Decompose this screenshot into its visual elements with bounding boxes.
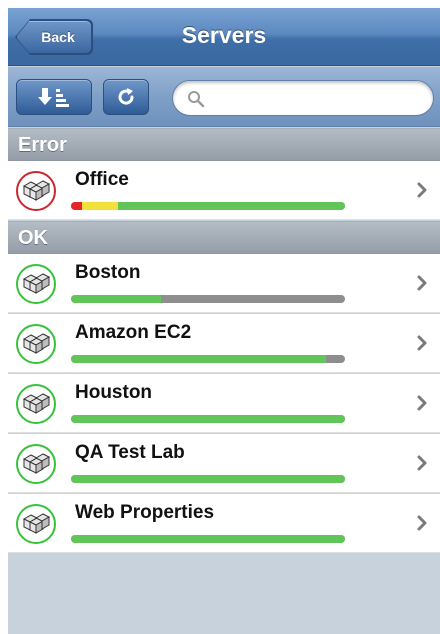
server-row-qa-test-lab[interactable]: QA Test Lab [8, 434, 440, 493]
app-screen: Back Servers Error Office OK Boston Amaz… [8, 8, 440, 634]
navigation-bar: Back Servers [8, 8, 440, 66]
health-bar [71, 295, 345, 303]
search-field[interactable] [172, 80, 434, 116]
section-header-error: Error [8, 128, 440, 161]
health-bar [71, 535, 345, 543]
server-name: Web Properties [75, 502, 215, 523]
status-ok-icon [16, 324, 56, 364]
server-cluster-icon [22, 333, 51, 354]
search-input[interactable] [213, 87, 423, 109]
server-cluster-icon [22, 180, 51, 201]
chevron-right-icon [417, 395, 427, 411]
server-cluster-icon [22, 273, 51, 294]
refresh-button[interactable] [103, 79, 149, 115]
page-title: Servers [181, 22, 267, 48]
chevron-right-icon [417, 455, 427, 471]
server-cluster-icon [22, 393, 51, 414]
status-ok-icon [16, 384, 56, 424]
server-row-amazon-ec2[interactable]: Amazon EC2 [8, 314, 440, 373]
server-row-office[interactable]: Office [8, 161, 440, 220]
server-cluster-icon [22, 453, 51, 474]
health-bar-ok-segment [71, 415, 345, 423]
health-bar [71, 415, 345, 423]
chevron-right-icon [417, 515, 427, 531]
status-ok-icon [16, 504, 56, 544]
health-bar-ok-segment [71, 295, 162, 303]
health-bar-ok-segment [71, 355, 326, 363]
server-row-houston[interactable]: Houston [8, 374, 440, 433]
refresh-icon [118, 88, 134, 105]
health-bar-error-segment [71, 202, 82, 210]
server-name: Boston [75, 262, 141, 283]
toolbar [8, 67, 440, 127]
chevron-right-icon [417, 182, 427, 198]
health-bar-warning-segment [81, 202, 118, 210]
search-icon [188, 91, 205, 108]
health-bar [71, 202, 345, 210]
health-bar [71, 475, 345, 483]
health-bar-ok-segment [117, 202, 345, 210]
status-ok-icon [16, 444, 56, 484]
status-ok-icon [16, 264, 56, 304]
section-header-ok: OK [8, 221, 440, 254]
status-error-icon [16, 171, 56, 211]
sort-button[interactable] [16, 79, 92, 115]
server-cluster-icon [22, 513, 51, 534]
health-bar-ok-segment [71, 475, 345, 483]
health-bar [71, 355, 345, 363]
server-name: QA Test Lab [75, 442, 185, 463]
server-row-boston[interactable]: Boston [8, 254, 440, 313]
server-name: Houston [75, 382, 153, 403]
chevron-right-icon [417, 275, 427, 291]
health-bar-ok-segment [71, 535, 345, 543]
chevron-right-icon [417, 335, 427, 351]
sort-descending-icon [38, 88, 69, 107]
server-row-web-properties[interactable]: Web Properties [8, 494, 440, 553]
server-name: Office [75, 169, 129, 190]
server-name: Amazon EC2 [75, 322, 192, 343]
